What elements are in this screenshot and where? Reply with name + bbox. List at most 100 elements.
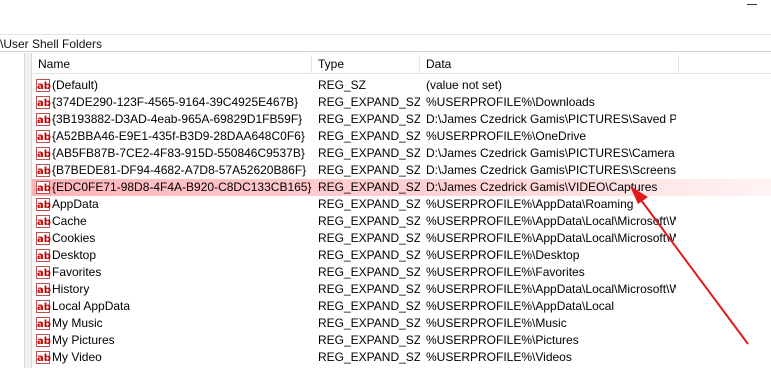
minimize-icon[interactable] [742,0,764,10]
value-type: REG_EXPAND_SZ [318,316,420,330]
value-data: %USERPROFILE%\AppData\Local\Microsoft\Wi… [426,231,676,245]
value-data: %USERPROFILE%\AppData\Roaming [426,197,634,211]
value-data: %USERPROFILE%\AppData\Local\Microsoft\Wi… [426,214,676,228]
value-data: %USERPROFILE%\Music [426,316,567,330]
table-row-selected[interactable]: {EDC0FE71-98D8-4F4A-B920-C8DC133CB165} RE… [32,179,771,196]
value-type: REG_EXPAND_SZ [318,350,420,364]
registry-string-value-icon [36,197,51,213]
value-data: %USERPROFILE%\AppData\Local [426,299,615,313]
column-header-type[interactable]: Type [312,55,420,74]
registry-string-value-icon [36,316,51,332]
value-type: REG_SZ [318,78,367,92]
values-list-view[interactable]: Name Type Data (Default) REG_SZ (value not… [32,53,771,368]
value-type: REG_EXPAND_SZ [318,197,420,211]
table-row[interactable]: {374DE290-123F-4565-9164-39C4925E467B} RE… [32,94,771,111]
value-name: Local AppData [52,299,131,313]
table-row[interactable]: Cache REG_EXPAND_SZ %USERPROFILE%\AppData\… [32,213,771,230]
value-data: D:\James Czedrick Gamis\PICTURES\Screens… [426,163,676,177]
table-row[interactable]: {AB5FB87B-7CE2-4F83-915D-550846C9537B} RE… [32,145,771,162]
value-data: D:\James Czedrick Gamis\PICTURES\Saved P… [426,112,676,126]
value-name: My Video [52,350,102,364]
value-name: Cache [52,214,87,228]
value-type: REG_EXPAND_SZ [318,231,420,245]
value-name-cell: {374DE290-123F-4565-9164-39C4925E467B} [36,94,312,111]
registry-string-value-icon [36,163,51,179]
value-data: %USERPROFILE%\Desktop [426,248,580,262]
value-type: REG_EXPAND_SZ [318,299,420,313]
value-name-cell: {3B193882-D3AD-4eab-965A-69829D1FB59F} [36,111,312,128]
value-name-cell: (Default) [36,77,312,94]
table-row[interactable]: My Music REG_EXPAND_SZ %USERPROFILE%\Music [32,315,771,332]
value-name: {A52BBA46-E9E1-435f-B3D9-28DAA648C0F6} [52,129,305,143]
column-header-data[interactable]: Data [420,55,679,74]
value-data: %USERPROFILE%\Pictures [426,333,579,347]
column-header-name[interactable]: Name [32,55,312,74]
value-name-cell: {A52BBA46-E9E1-435f-B3D9-28DAA648C0F6} [36,128,312,145]
table-row[interactable]: {B7BEDE81-DF94-4682-A7D8-57A52620B86F} RE… [32,162,771,179]
value-name-cell: My Pictures [36,332,312,349]
table-row[interactable]: AppData REG_EXPAND_SZ %USERPROFILE%\AppDat… [32,196,771,213]
registry-string-value-icon [36,214,51,230]
registry-string-value-icon [36,78,51,94]
table-row[interactable]: Desktop REG_EXPAND_SZ %USERPROFILE%\Deskto… [32,247,771,264]
value-name: My Pictures [52,333,115,347]
value-data: %USERPROFILE%\AppData\Local\Microsoft\Wi… [426,282,676,296]
value-type: REG_EXPAND_SZ [318,129,420,143]
registry-string-value-icon [36,350,51,366]
value-data: %USERPROFILE%\Favorites [426,265,585,279]
value-name: Cookies [52,231,96,245]
value-name-cell: History [36,281,312,298]
value-name: History [52,282,90,296]
value-name: (Default) [52,78,99,92]
value-data: %USERPROFILE%\Downloads [426,95,595,109]
table-row[interactable]: {3B193882-D3AD-4eab-965A-69829D1FB59F} RE… [32,111,771,128]
values-rows: (Default) REG_SZ (value not set) {374DE290-… [32,77,771,366]
registry-string-value-icon [36,333,51,349]
registry-string-value-icon [36,180,51,196]
window-top-strip [0,0,771,34]
value-name-cell: Cache [36,213,312,230]
value-name: {3B193882-D3AD-4eab-965A-69829D1FB59F} [52,112,303,126]
pane-splitter[interactable] [24,53,32,368]
registry-string-value-icon [36,231,51,247]
value-name: {374DE290-123F-4565-9164-39C4925E467B} [52,95,299,109]
address-bar[interactable]: \User Shell Folders [0,34,771,52]
value-name: AppData [52,197,99,211]
value-name: {B7BEDE81-DF94-4682-A7D8-57A52620B86F} [52,163,307,177]
registry-string-value-icon [36,112,51,128]
value-name: My Music [52,316,103,330]
value-data: %USERPROFILE%\OneDrive [426,129,587,143]
table-row[interactable]: (Default) REG_SZ (value not set) [32,77,771,94]
registry-string-value-icon [36,146,51,162]
registry-string-value-icon [36,248,51,264]
value-name-cell: {B7BEDE81-DF94-4682-A7D8-57A52620B86F} [36,162,312,179]
value-name-cell: My Video [36,349,312,366]
value-type: REG_EXPAND_SZ [318,282,420,296]
table-row[interactable]: My Pictures REG_EXPAND_SZ %USERPROFILE%\Pi… [32,332,771,349]
table-row[interactable]: History REG_EXPAND_SZ %USERPROFILE%\AppDat… [32,281,771,298]
value-type: REG_EXPAND_SZ [318,95,420,109]
value-name-cell: Desktop [36,247,312,264]
registry-string-value-icon [36,95,51,111]
address-path: \User Shell Folders [0,37,103,51]
registry-string-value-icon [36,265,51,281]
value-type: REG_EXPAND_SZ [318,112,420,126]
table-row[interactable]: Favorites REG_EXPAND_SZ %USERPROFILE%\Favo… [32,264,771,281]
table-row[interactable]: Local AppData REG_EXPAND_SZ %USERPROFILE%\… [32,298,771,315]
table-row[interactable]: Cookies REG_EXPAND_SZ %USERPROFILE%\AppDat… [32,230,771,247]
registry-tree-pane[interactable] [0,53,24,368]
value-type: REG_EXPAND_SZ [318,214,420,228]
value-name: {AB5FB87B-7CE2-4F83-915D-550846C9537B} [52,146,305,160]
value-type: REG_EXPAND_SZ [318,265,420,279]
value-name-cell: Local AppData [36,298,312,315]
value-type: REG_EXPAND_SZ [318,163,420,177]
registry-string-value-icon [36,299,51,315]
value-name: {EDC0FE71-98D8-4F4A-B920-C8DC133CB165} [52,180,312,194]
value-name-cell: Cookies [36,230,312,247]
value-name-cell: {AB5FB87B-7CE2-4F83-915D-550846C9537B} [36,145,312,162]
value-name-cell: AppData [36,196,312,213]
registry-string-value-icon [36,129,51,145]
table-row[interactable]: {A52BBA46-E9E1-435f-B3D9-28DAA648C0F6} RE… [32,128,771,145]
table-row[interactable]: My Video REG_EXPAND_SZ %USERPROFILE%\Video… [32,349,771,366]
value-type: REG_EXPAND_SZ [318,146,420,160]
